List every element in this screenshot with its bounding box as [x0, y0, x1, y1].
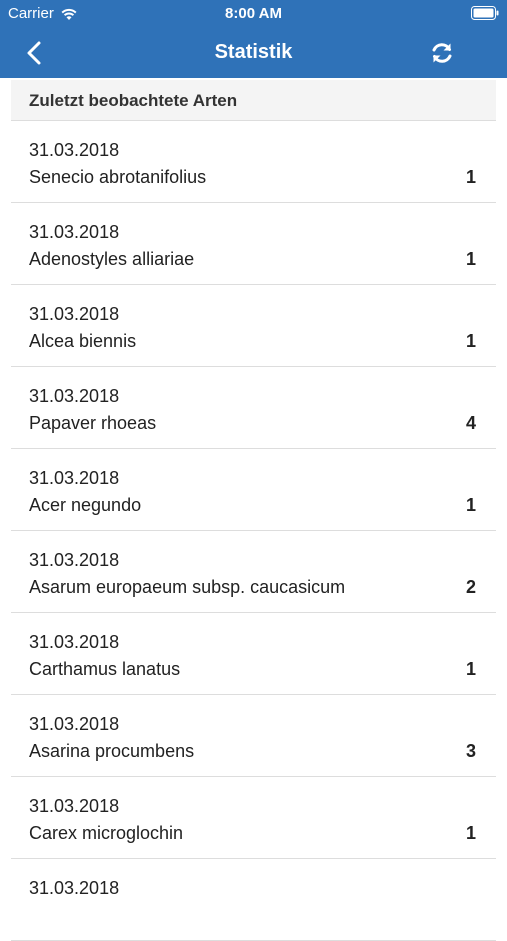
observation-date: 31.03.2018 [29, 550, 120, 570]
observation-date: 31.03.2018 [29, 632, 120, 652]
observation-count: 1 [465, 659, 476, 679]
list-item[interactable]: 31.03.2018 Asarum europaeum subsp. cauca… [11, 531, 496, 613]
list-item[interactable]: 31.03.2018 [11, 859, 496, 941]
list-item[interactable]: 31.03.2018 Senecio abrotanifolius 1 [11, 121, 496, 203]
list-item[interactable]: 31.03.2018 Papaver rhoeas 4 [11, 367, 496, 449]
observation-count: 3 [465, 741, 476, 761]
observation-count: 1 [465, 823, 476, 843]
section-header: Zuletzt beobachtete Arten [11, 80, 496, 121]
refresh-icon[interactable] [429, 40, 455, 66]
list-item[interactable]: 31.03.2018 Carex microglochin 1 [11, 777, 496, 859]
list-item[interactable]: 31.03.2018 Alcea biennis 1 [11, 285, 496, 367]
species-name: Alcea biennis [29, 331, 137, 351]
species-name: Carthamus lanatus [29, 659, 181, 679]
species-name: Asarum europaeum subsp. caucasicum [29, 577, 346, 597]
observation-count: 4 [465, 413, 476, 433]
observation-date: 31.03.2018 [29, 714, 120, 734]
list-item[interactable]: 31.03.2018 Adenostyles alliariae 1 [11, 203, 496, 285]
observation-count: 1 [465, 167, 476, 187]
observation-count: 1 [465, 495, 476, 515]
species-name: Acer negundo [29, 495, 142, 515]
observation-count: 1 [465, 249, 476, 269]
observation-date: 31.03.2018 [29, 222, 120, 242]
status-bar: Carrier 8:00 AM [0, 0, 507, 28]
list-item[interactable]: 31.03.2018 Carthamus lanatus 1 [11, 613, 496, 695]
section-title: Zuletzt beobachtete Arten [29, 91, 238, 110]
status-time: 8:00 AM [225, 5, 282, 22]
observation-date: 31.03.2018 [29, 878, 120, 898]
species-name: Asarina procumbens [29, 741, 195, 761]
species-name: Carex microglochin [29, 823, 184, 843]
observation-date: 31.03.2018 [29, 468, 120, 488]
observation-date: 31.03.2018 [29, 140, 120, 160]
observation-date: 31.03.2018 [29, 796, 120, 816]
observation-list: 31.03.2018 Senecio abrotanifolius 1 31.0… [11, 121, 496, 941]
observation-count: 2 [465, 577, 476, 597]
species-name: Adenostyles alliariae [29, 249, 195, 269]
observation-date: 31.03.2018 [29, 304, 120, 324]
observation-date: 31.03.2018 [29, 386, 120, 406]
list-item[interactable]: 31.03.2018 Acer negundo 1 [11, 449, 496, 531]
navigation-bar: Statistik [0, 28, 507, 78]
species-name: Senecio abrotanifolius [29, 167, 207, 187]
list-item[interactable]: 31.03.2018 Asarina procumbens 3 [11, 695, 496, 777]
species-name: Papaver rhoeas [29, 413, 157, 433]
battery-icon [471, 6, 499, 20]
observation-count: 1 [465, 331, 476, 351]
